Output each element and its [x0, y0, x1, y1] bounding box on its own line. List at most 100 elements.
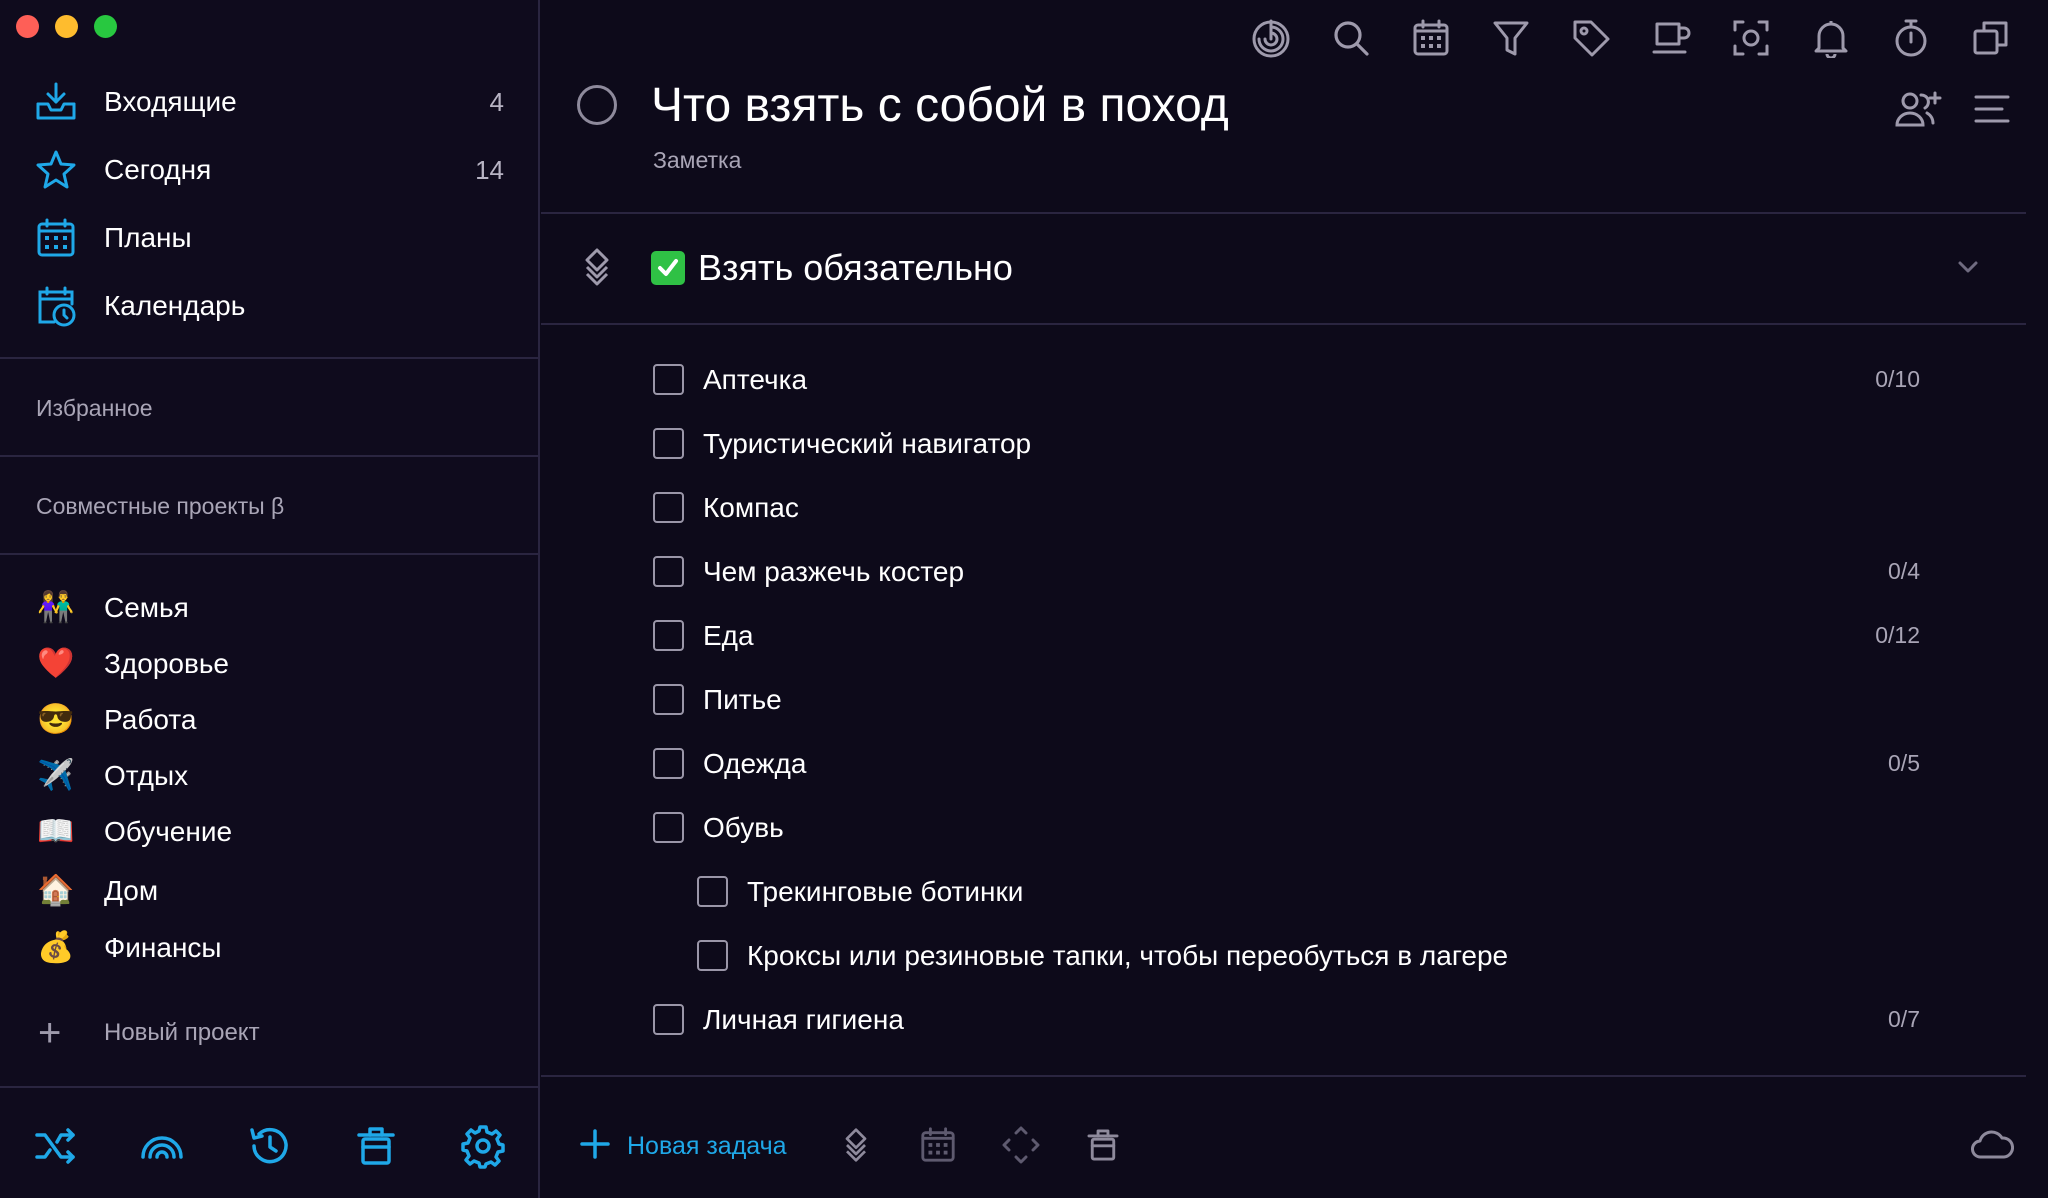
cloud-icon[interactable] [1967, 1120, 2017, 1170]
task-checkbox[interactable] [653, 364, 684, 395]
task-checkbox[interactable] [653, 492, 684, 523]
sidebar-item-label: Входящие [104, 86, 237, 117]
project-item-family[interactable]: 👫 Семья [0, 580, 540, 636]
project-label: Семья [104, 592, 189, 623]
sidebar-divider [0, 553, 540, 555]
task-checkbox[interactable] [653, 1004, 684, 1035]
task-checkbox[interactable] [653, 620, 684, 651]
minimize-window-button[interactable] [55, 15, 78, 38]
menu-icon[interactable] [1967, 84, 2017, 134]
task-label[interactable]: Компас [703, 492, 799, 524]
family-emoji-icon: 👫 [37, 591, 75, 624]
rainbow-icon[interactable] [136, 1120, 188, 1172]
page-title[interactable]: Что взять с собой в поход [651, 78, 1229, 133]
copy-icon[interactable] [1967, 14, 2015, 62]
move-icon[interactable] [996, 1120, 1046, 1170]
subtask-count: 0/4 [1888, 558, 1920, 584]
project-label: Работа [104, 704, 197, 735]
sidebar-item-calendar[interactable]: Календарь [0, 272, 540, 340]
task-checkbox[interactable] [653, 812, 684, 843]
zoom-window-button[interactable] [94, 15, 117, 38]
calendar-icon[interactable] [913, 1120, 963, 1170]
task-label[interactable]: Личная гигиена [703, 1004, 904, 1036]
favorites-header[interactable]: Избранное [36, 395, 153, 422]
task-row[interactable]: Чем разжечь костер 0/4 [541, 544, 2026, 600]
task-checkbox[interactable] [653, 428, 684, 459]
task-row[interactable]: Одежда 0/5 [541, 736, 2026, 792]
new-project-button[interactable]: + Новый проект [0, 1005, 540, 1061]
timer-icon[interactable] [1887, 14, 1935, 62]
project-item-study[interactable]: 📖 Обучение [0, 804, 540, 860]
subtask-count: 0/10 [1875, 366, 1920, 392]
tag-icon[interactable] [1567, 14, 1615, 62]
settings-icon[interactable] [457, 1120, 509, 1172]
focus-icon[interactable] [1247, 14, 1295, 62]
filter-icon[interactable] [1487, 14, 1535, 62]
project-label: Финансы [104, 932, 222, 963]
task-checkbox[interactable] [653, 748, 684, 779]
task-row[interactable]: Туристический навигатор [541, 416, 2026, 472]
task-row[interactable]: Трекинговые ботинки [541, 864, 2026, 920]
history-icon[interactable] [243, 1120, 295, 1172]
money-bag-emoji-icon: 💰 [37, 931, 75, 964]
task-checkbox[interactable] [653, 684, 684, 715]
subtask-count: 0/5 [1888, 750, 1920, 776]
task-row[interactable]: Еда 0/12 [541, 608, 2026, 664]
task-checkbox[interactable] [697, 876, 728, 907]
project-item-rest[interactable]: ✈️ Отдых [0, 748, 540, 804]
calendar-icon[interactable] [1407, 14, 1455, 62]
task-checkbox[interactable] [697, 940, 728, 971]
sidebar-item-label: Сегодня [104, 154, 212, 185]
bell-icon[interactable] [1807, 14, 1855, 62]
project-label: Здоровье [104, 648, 230, 679]
house-emoji-icon: 🏠 [37, 874, 75, 907]
search-icon[interactable] [1327, 14, 1375, 62]
note-subtitle[interactable]: Заметка [653, 147, 741, 174]
task-label[interactable]: Чем разжечь костер [703, 556, 964, 588]
subtask-count: 0/12 [1875, 622, 1920, 648]
task-row[interactable]: Компас [541, 480, 2026, 536]
project-label: Дом [104, 875, 159, 906]
project-item-home[interactable]: 🏠 Дом [0, 863, 540, 919]
sidebar-item-count: 14 [475, 154, 504, 185]
chevron-down-icon[interactable] [1952, 251, 1984, 283]
trash-icon[interactable] [1078, 1120, 1128, 1170]
section-title: Взять обязательно [698, 247, 1013, 288]
sidebar-item-today[interactable]: Сегодня 14 [0, 136, 540, 204]
task-label[interactable]: Туристический навигатор [703, 428, 1031, 460]
sidebar-toolbar [0, 1120, 540, 1180]
project-item-work[interactable]: 😎 Работа [0, 692, 540, 748]
sidebar-item-inbox[interactable]: Входящие 4 [0, 68, 540, 136]
task-row[interactable]: Кроксы или резиновые тапки, чтобы переоб… [541, 928, 2026, 984]
shuffle-icon[interactable] [30, 1120, 82, 1172]
section-diamond-icon[interactable] [577, 247, 617, 287]
task-label[interactable]: Одежда [703, 748, 806, 780]
task-label[interactable]: Кроксы или резиновые тапки, чтобы переоб… [747, 940, 1508, 972]
task-row[interactable]: Личная гигиена 0/7 [541, 992, 2026, 1048]
task-row[interactable]: Аптечка 0/10 [541, 352, 2026, 408]
task-label[interactable]: Аптечка [703, 364, 807, 396]
coffee-icon[interactable] [1647, 14, 1695, 62]
task-row[interactable]: Питье [541, 672, 2026, 728]
new-task-button[interactable]: Новая задача [579, 1120, 787, 1172]
task-checkbox[interactable] [653, 556, 684, 587]
note-complete-toggle[interactable] [577, 85, 617, 125]
close-window-button[interactable] [16, 15, 39, 38]
sunglasses-emoji-icon: 😎 [37, 703, 75, 736]
add-user-icon[interactable] [1893, 84, 1943, 134]
task-label[interactable]: Обувь [703, 812, 784, 844]
section-icon[interactable] [831, 1120, 881, 1170]
task-label[interactable]: Еда [703, 620, 754, 652]
screenshot-icon[interactable] [1727, 14, 1775, 62]
project-item-finance[interactable]: 💰 Финансы [0, 920, 540, 976]
task-label[interactable]: Питье [703, 684, 782, 716]
trash-icon[interactable] [350, 1120, 402, 1172]
bottom-divider [541, 1075, 2026, 1077]
project-item-health[interactable]: ❤️ Здоровье [0, 636, 540, 692]
shared-projects-header[interactable]: Совместные проекты β [36, 493, 284, 520]
new-project-label: Новый проект [104, 1019, 260, 1046]
sidebar-item-plans[interactable]: Планы [0, 204, 540, 272]
task-label[interactable]: Трекинговые ботинки [747, 876, 1023, 908]
task-row[interactable]: Обувь [541, 800, 2026, 856]
section-header[interactable]: Взять обязательно [541, 215, 2026, 319]
